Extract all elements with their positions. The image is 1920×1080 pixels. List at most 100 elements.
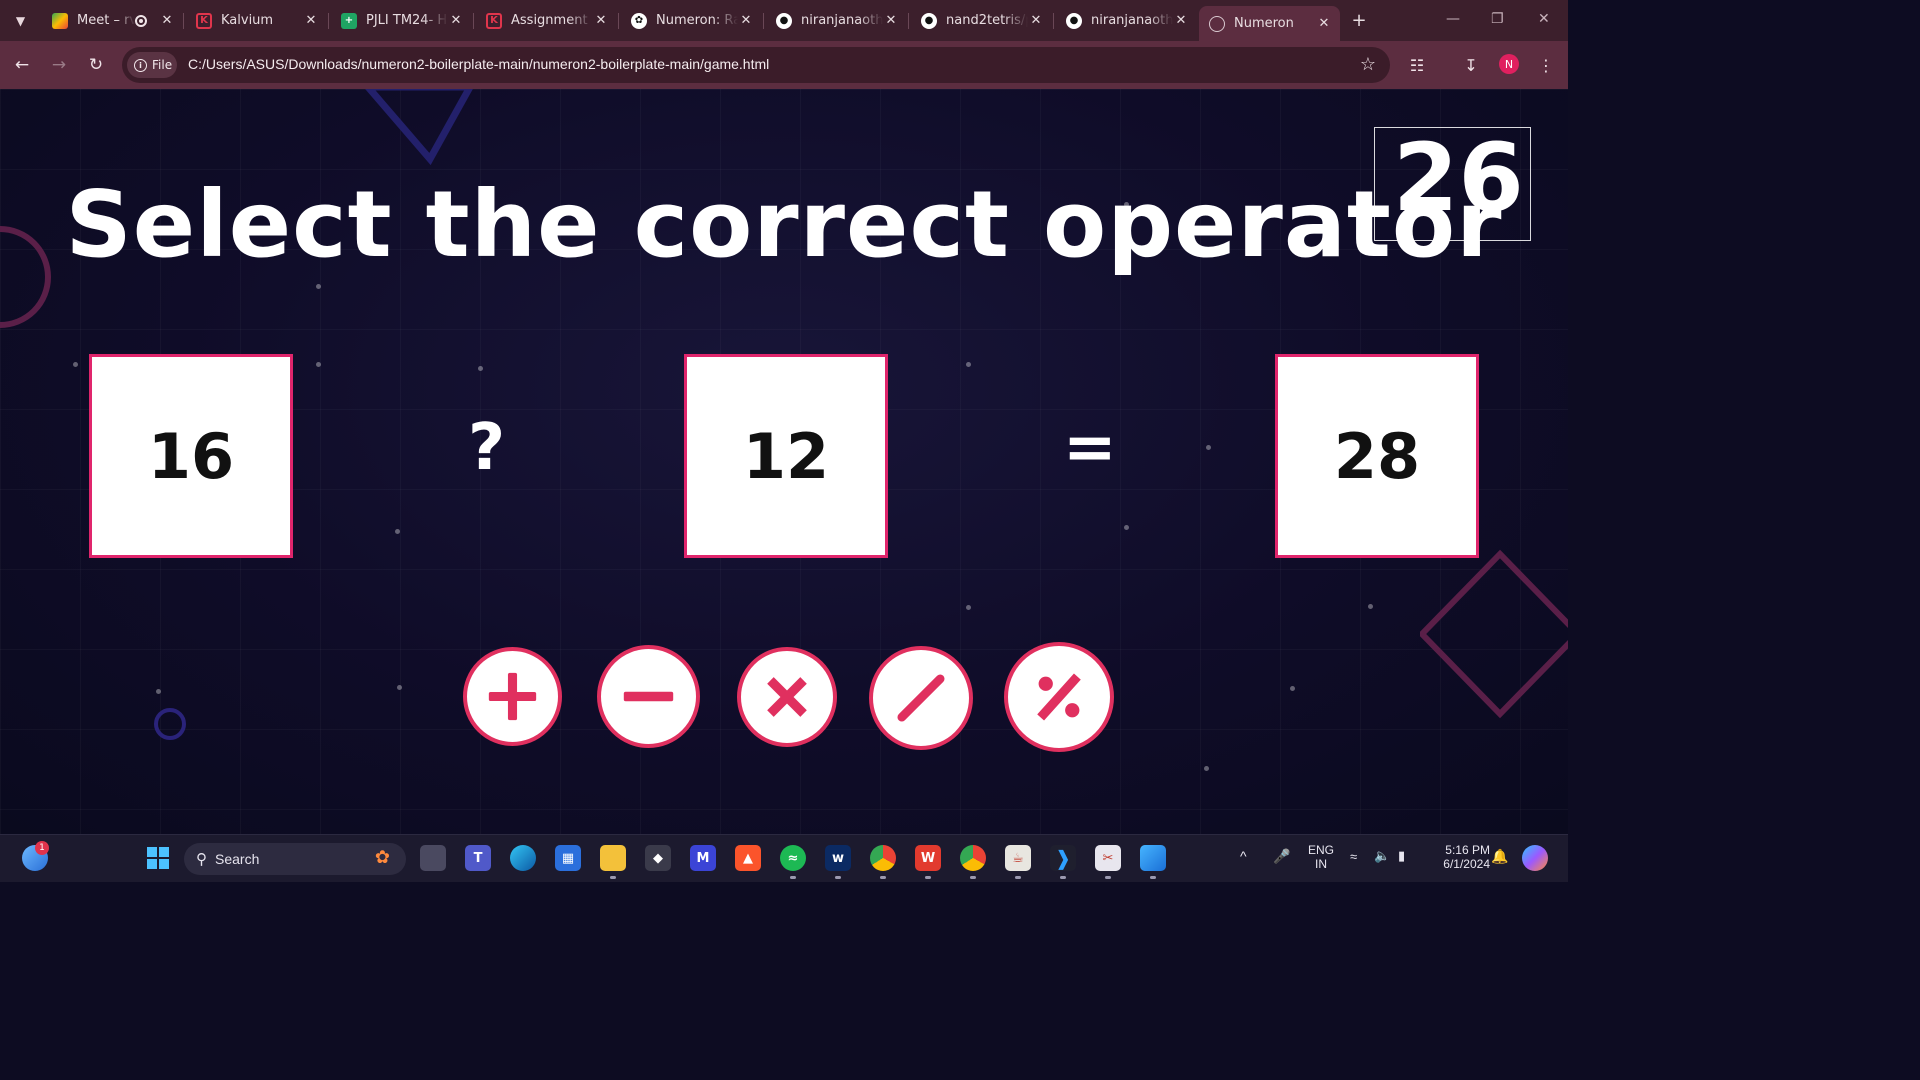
taskbar-search[interactable]: ⚲ Search ✿ [184, 843, 406, 875]
profile-avatar[interactable]: N [1499, 54, 1519, 74]
edge-icon[interactable] [510, 845, 536, 871]
clock-time: 5:16 PM [1445, 843, 1490, 857]
brave-icon[interactable]: ▲ [735, 845, 761, 871]
result-value: 28 [1333, 419, 1421, 493]
bookmark-star-icon[interactable]: ☆ [1360, 54, 1376, 75]
multiply-icon [767, 677, 807, 717]
kalvium-icon: K [486, 12, 502, 29]
minimize-icon[interactable]: — [1446, 11, 1460, 27]
site-info-chip[interactable]: i File [127, 52, 177, 78]
close-tab-icon[interactable]: ✕ [1316, 16, 1332, 31]
search-icon: ⚲ [196, 851, 207, 868]
volume-icon[interactable]: 🔈 [1374, 848, 1390, 864]
close-tab-icon[interactable]: ✕ [738, 13, 754, 28]
close-tab-icon[interactable]: ✕ [303, 13, 319, 28]
photos-icon[interactable] [1140, 845, 1166, 871]
file-explorer-icon[interactable] [600, 845, 626, 871]
kebab-menu-icon[interactable]: ⋮ [1534, 53, 1558, 77]
background-particle [73, 362, 78, 367]
tab-title: nand2tetris/p [946, 13, 1028, 28]
close-window-icon[interactable]: ✕ [1538, 11, 1550, 27]
wps-office-icon[interactable]: W [915, 845, 941, 871]
url-text[interactable]: C:/Users/ASUS/Downloads/numeron2-boilerp… [188, 56, 769, 72]
tab-title: niranjanaotha [1091, 13, 1173, 28]
reload-icon[interactable]: ↻ [84, 53, 108, 77]
profile-initial: N [1504, 57, 1514, 71]
tab-numeron-active[interactable]: Numeron ✕ [1199, 6, 1340, 41]
background-particle [1204, 766, 1209, 771]
tab-github-1[interactable]: ● niranjanaotha ✕ [766, 6, 907, 35]
address-bar[interactable]: i File C:/Users/ASUS/Downloads/numeron2-… [122, 47, 1390, 83]
spotify-icon[interactable]: ≈ [780, 845, 806, 871]
region-code: IN [1315, 857, 1327, 871]
small-circle-decoration [154, 708, 186, 740]
plus-button[interactable] [463, 647, 562, 746]
microphone-icon[interactable]: 🎤 [1273, 848, 1290, 865]
equals-sign: = [1063, 411, 1117, 485]
github-icon: ● [776, 12, 792, 29]
input-language[interactable]: ENG IN [1303, 843, 1339, 871]
tab-kalvium[interactable]: K Kalvium ✕ [186, 6, 327, 35]
forward-arrow-icon[interactable]: → [47, 53, 71, 77]
close-tab-icon[interactable]: ✕ [883, 13, 899, 28]
clock[interactable]: 5:16 PM 6/1/2024 [1426, 843, 1490, 871]
new-tab-plus-icon[interactable]: + [1348, 9, 1370, 31]
teams-icon[interactable]: T [465, 845, 491, 871]
tab-chatgpt[interactable]: ✿ Numeron: Ra ✕ [621, 6, 762, 35]
minus-button[interactable] [597, 645, 700, 748]
page-title: Select the correct operator [65, 171, 1503, 278]
maple-icon[interactable]: M [690, 845, 716, 871]
google-meet-icon [52, 12, 68, 29]
back-arrow-icon[interactable]: ← [10, 53, 34, 77]
java-icon[interactable]: ☕ [1005, 845, 1031, 871]
background-particle [1206, 445, 1211, 450]
multiply-button[interactable] [737, 647, 837, 747]
tab-title: Numeron: Ra [656, 13, 738, 28]
chrome-profile-icon[interactable] [960, 845, 986, 871]
microsoft-store-icon[interactable]: ▦ [555, 845, 581, 871]
background-particle [478, 366, 483, 371]
windows-start-icon[interactable] [145, 845, 171, 871]
snipping-tool-icon[interactable]: ✂ [1095, 845, 1121, 871]
battery-icon[interactable]: ▮ [1398, 848, 1405, 864]
tab-github-2[interactable]: ● nand2tetris/p ✕ [911, 6, 1052, 35]
tab-meet[interactable]: Meet – rvi ✕ [42, 6, 183, 35]
show-hidden-icons-chevron-icon[interactable]: ^ [1240, 848, 1247, 864]
plus-icon [488, 672, 537, 721]
weather-badge: 1 [35, 841, 49, 855]
modulus-button[interactable] [1004, 642, 1114, 752]
close-tab-icon[interactable]: ✕ [1173, 13, 1189, 28]
vscode-icon[interactable]: ❱ [1050, 845, 1076, 871]
tab-assignment[interactable]: K Assignment 3 ✕ [476, 6, 617, 35]
github-icon: ● [1066, 12, 1082, 29]
task-view-icon[interactable] [420, 845, 446, 871]
close-tab-icon[interactable]: ✕ [448, 13, 464, 28]
recording-icon [135, 14, 147, 27]
divide-button[interactable] [869, 646, 973, 750]
download-icon[interactable]: ↧ [1459, 53, 1483, 77]
extensions-puzzle-icon[interactable]: ☷ [1405, 53, 1429, 77]
tab-search-chevron-icon[interactable]: ▼ [8, 8, 33, 33]
wifi-icon[interactable]: ≈ [1350, 849, 1357, 864]
webex-icon[interactable]: w [825, 845, 851, 871]
background-particle [397, 685, 402, 690]
notification-bell-icon[interactable]: 🔔 [1491, 848, 1508, 865]
close-tab-icon[interactable]: ✕ [593, 13, 609, 28]
tab-title: Kalvium [221, 13, 274, 28]
triangle-decoration [365, 89, 473, 166]
close-tab-icon[interactable]: ✕ [1028, 13, 1044, 28]
browser-toolbar: ← → ↻ i File C:/Users/ASUS/Downloads/num… [0, 41, 1568, 89]
tab-title: Numeron [1234, 16, 1294, 31]
restore-icon[interactable]: ❐ [1491, 11, 1504, 27]
tab-title: Meet – rvi [77, 13, 135, 28]
tab-github-3[interactable]: ● niranjanaotha ✕ [1056, 6, 1197, 35]
background-particle [966, 605, 971, 610]
game-page: Select the correct operator 26 16 ? 12 =… [0, 89, 1568, 834]
chatgpt-icon: ✿ [631, 12, 647, 29]
timer-box: 26 [1374, 124, 1531, 241]
close-tab-icon[interactable]: ✕ [159, 13, 175, 28]
unity-icon[interactable]: ◆ [645, 845, 671, 871]
copilot-icon[interactable] [1522, 845, 1548, 871]
chrome-icon[interactable] [870, 845, 896, 871]
tab-sheets[interactable]: + PJLI TM24- HI ✕ [331, 6, 472, 35]
